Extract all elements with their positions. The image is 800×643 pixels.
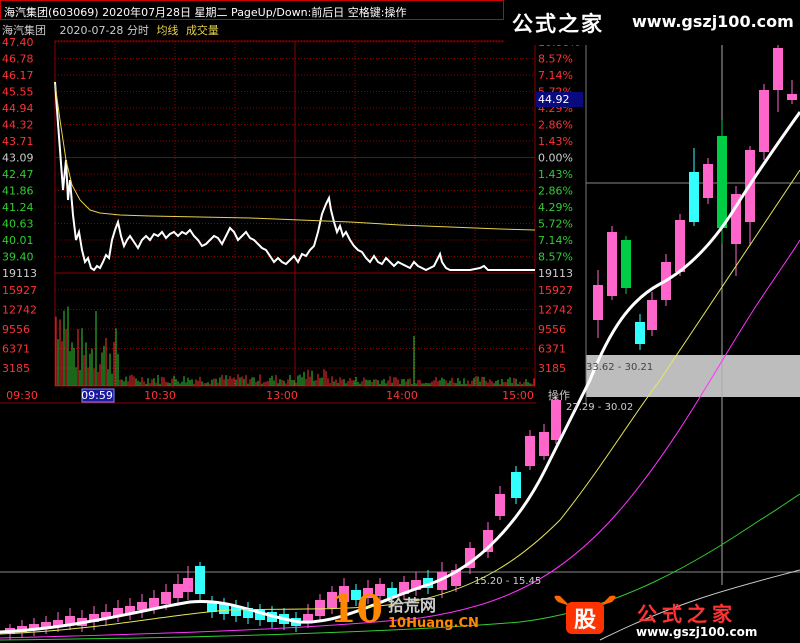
candle-body — [635, 322, 645, 344]
avg-line-legend: 均线 — [156, 24, 179, 37]
price-readout: 44.92 — [536, 92, 583, 107]
watermark-10huang-name: 拾荒网 — [388, 596, 437, 615]
volume-tick-label-right: 6371 — [538, 343, 566, 356]
price-tick-label: 43.09 — [2, 152, 34, 165]
bull-logo-icon: 股 — [554, 595, 616, 634]
title-bar: 海汽集团(603069) 2020年07月28日 星期二 PageUp/Down… — [0, 0, 504, 20]
chart-date: 2020-07-28 — [59, 24, 124, 37]
candle-body — [593, 285, 603, 320]
watermark-10huang-number: 10 — [330, 586, 383, 631]
pct-tick-label: 7.14% — [538, 69, 573, 82]
candle-body — [703, 164, 713, 198]
candle-body — [173, 584, 183, 598]
candle-body — [511, 472, 521, 498]
time-axis-label: 15:00 — [502, 389, 534, 402]
candle-body — [539, 432, 549, 456]
kline-annotation: 27.29 - 30.02 — [566, 402, 633, 413]
candle-body — [787, 94, 797, 100]
price-tick-label: 46.78 — [2, 53, 34, 66]
pct-tick-label: 19113 — [538, 267, 573, 280]
volume-tick-label: 6371 — [2, 343, 30, 356]
price-tick-label: 44.94 — [2, 102, 34, 115]
pct-tick-label: 2.86% — [538, 185, 573, 198]
volume-tick-label-right: 15927 — [538, 284, 573, 297]
intraday-background — [0, 20, 536, 403]
volume-tick-label: 12742 — [2, 304, 37, 317]
watermark-10huang-url: 10Huang.CN — [388, 616, 479, 631]
candle-body — [149, 598, 159, 608]
watermark-gszj-name: 公式之家 — [637, 602, 737, 626]
pct-tick-label: 8.57% — [538, 53, 573, 66]
brand-logo: 公式之家 www.gszj100.com — [504, 0, 800, 45]
volume-tick-label-right: 12742 — [538, 304, 573, 317]
volume-tick-label: 15927 — [2, 284, 37, 297]
brand-url: www.gszj100.com — [632, 12, 794, 31]
candle-body — [647, 300, 657, 330]
pct-tick-label: 4.29% — [538, 201, 573, 214]
candle-body — [183, 578, 193, 592]
price-tick-label: 40.63 — [2, 218, 34, 231]
candle-body — [607, 232, 617, 296]
pct-tick-label: 5.72% — [538, 218, 573, 231]
candle-body — [551, 400, 561, 440]
time-axis-label: 13:00 — [266, 389, 298, 402]
price-tick-label: 41.24 — [2, 201, 34, 214]
volume-legend: 成交量 — [185, 24, 219, 37]
candle-body — [717, 136, 727, 228]
kline-annotation: 33.62 - 30.21 — [586, 362, 653, 373]
pct-tick-label: 2.86% — [538, 119, 573, 132]
pct-tick-label: 8.57% — [538, 251, 573, 264]
svg-text:股: 股 — [574, 607, 596, 633]
candle-body — [525, 436, 535, 466]
brand-name: 公式之家 — [512, 11, 604, 36]
pct-tick-label: 0.00% — [538, 152, 573, 165]
price-tick-label: 43.71 — [2, 135, 34, 148]
watermark-gszj: 股 公式之家 www.gszj100.com — [550, 592, 800, 643]
chart-canvas[interactable]: 33.62 - 30.2127.29 - 30.0215.20 - 15.45 … — [0, 0, 800, 643]
candle-body — [161, 592, 171, 604]
candle-body — [621, 240, 631, 288]
time-axis-label: 09:59 — [81, 389, 113, 402]
price-tick-label: 40.01 — [2, 234, 34, 247]
price-tick-label: 19113 — [2, 267, 37, 280]
volume-tick-label-right: 9556 — [538, 323, 566, 336]
time-axis-label: 14:00 — [386, 389, 418, 402]
pct-tick-label: 7.14% — [538, 234, 573, 247]
price-tick-label: 45.55 — [2, 86, 34, 99]
stock-name: 海汽集团 — [2, 24, 46, 37]
watermark-10huang: 10 拾荒网 10Huang.CN — [330, 586, 490, 641]
candle-body — [137, 602, 147, 610]
watermark-gszj-url: www.gszj100.com — [636, 625, 758, 639]
intraday-chart[interactable]: 47.4010.00%46.788.57%46.177.14%45.555.72… — [0, 20, 580, 404]
candle-body — [773, 48, 783, 90]
price-tick-label: 41.86 — [2, 185, 34, 198]
candle-body — [195, 566, 205, 594]
intraday-info-bar: 海汽集团 2020-07-28 分时 均线 成交量 — [2, 22, 219, 38]
volume-tick-label: 9556 — [2, 323, 30, 336]
time-axis-label: 09:30 — [6, 389, 38, 402]
time-axis-label: 10:30 — [144, 389, 176, 402]
chart-kind: 分时 — [126, 24, 149, 37]
candle-body — [689, 172, 699, 222]
price-tick-label: 39.40 — [2, 251, 34, 264]
price-tick-label: 42.47 — [2, 168, 34, 181]
title-text: 海汽集团(603069) 2020年07月28日 星期二 PageUp/Down… — [4, 6, 407, 19]
pct-tick-label: 1.43% — [538, 168, 573, 181]
candle-body — [675, 220, 685, 272]
operate-label: 操作 — [548, 388, 570, 402]
volume-tick-label: 3185 — [2, 362, 30, 375]
price-tick-label: 46.17 — [2, 69, 34, 82]
candle-body — [759, 90, 769, 152]
price-tick-label: 44.32 — [2, 119, 34, 132]
candle-body — [495, 494, 505, 516]
candle-body — [315, 600, 325, 616]
pct-tick-label: 1.43% — [538, 135, 573, 148]
volume-tick-label-right: 3185 — [538, 362, 566, 375]
